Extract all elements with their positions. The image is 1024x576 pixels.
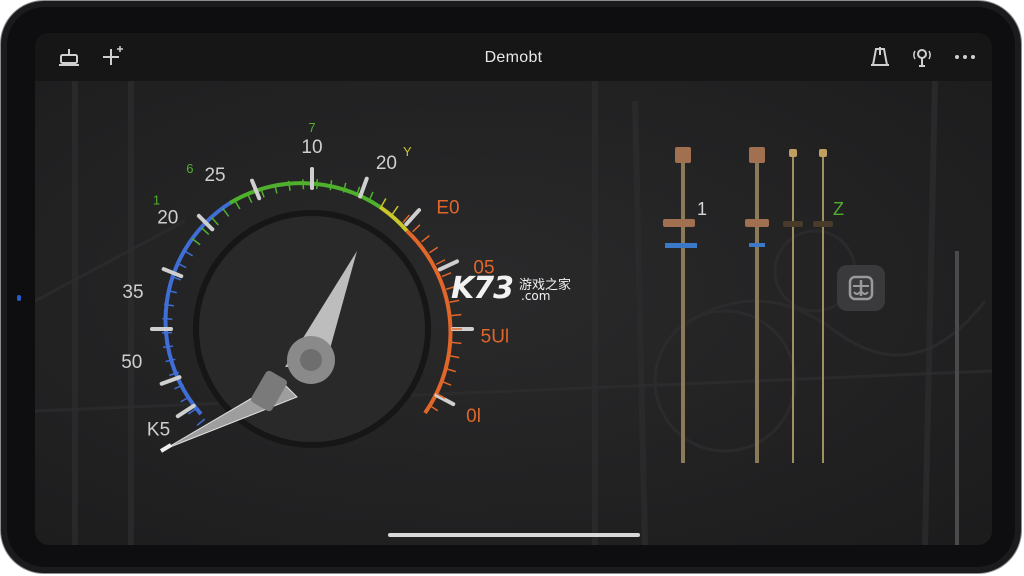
gauge-minor-tick [441, 272, 452, 278]
gauge-label: 20 [376, 153, 397, 174]
gauge-inner-mark: 1 [153, 193, 160, 208]
tuning-peg[interactable] [745, 147, 769, 463]
peg-label: 1 [697, 199, 707, 219]
gauge-minor-tick [211, 217, 219, 226]
gauge-label: 10 [301, 137, 322, 158]
page-title: Demobt [484, 49, 543, 66]
gauge-minor-tick [163, 345, 174, 349]
tuning-peg[interactable] [783, 149, 803, 463]
gauge-minor-tick [200, 227, 210, 235]
gauge-minor-tick [191, 238, 201, 246]
gauge-major-tick [175, 403, 196, 419]
chord-icon [848, 275, 874, 301]
gauge-minor-tick [441, 380, 452, 386]
gauge-label: 0l [466, 406, 481, 427]
gauge-minor-tick [302, 179, 305, 190]
gauge-minor-tick [421, 235, 430, 243]
gauge-major-tick [358, 176, 369, 199]
tuning-pegs: 1 Z [663, 147, 844, 463]
gauge-minor-tick [429, 246, 439, 254]
home-indicator[interactable] [388, 533, 640, 537]
tuning-peg[interactable] [813, 149, 833, 463]
gauge-minor-tick [380, 198, 387, 208]
watermark: K73 游戏之家 .com [451, 271, 581, 311]
watermark-brand: K73 [451, 271, 514, 306]
gauge-minor-tick [183, 249, 194, 257]
gauge-major-tick [434, 393, 456, 407]
gauge-minor-tick [162, 317, 173, 320]
gauge-minor-tick [222, 207, 230, 217]
gauge-minor-tick [446, 368, 457, 373]
tuner-gauge: K5503520251020E0055Ul0l167Y [121, 120, 510, 453]
app-screen: Demobt K5 50 35 20 25 10 20 E0 05 5Ul 0l… [35, 33, 992, 545]
gauge-arc-yellow [378, 205, 409, 233]
microphone-icon[interactable] [910, 45, 934, 69]
gauge-label: E0 [436, 198, 459, 219]
peg-label: Z [833, 199, 844, 219]
gauge-minor-tick [451, 313, 462, 317]
gauge-label: 35 [122, 282, 143, 303]
gauge-label: 5Ul [481, 326, 510, 347]
gauge-minor-tick [412, 224, 421, 233]
more-icon[interactable] [953, 45, 977, 69]
gauge-minor-tick [196, 418, 206, 426]
tablet-frame: Demobt K5 50 35 20 25 10 20 E0 05 5Ul 0l… [0, 0, 1022, 574]
gauge-minor-tick [329, 180, 333, 191]
gauge-inner-mark: 7 [308, 120, 315, 135]
watermark-domain: .com [521, 289, 551, 303]
gauge-minor-tick [165, 358, 176, 363]
tuning-peg[interactable] [663, 147, 697, 463]
gauge-label: 50 [121, 352, 142, 373]
gauge-inner-mark: 6 [186, 161, 193, 176]
gauge-minor-tick [449, 354, 460, 359]
gauge-label: 25 [204, 165, 225, 186]
gauge-minor-tick [435, 259, 446, 266]
gauge-minor-tick [391, 205, 399, 215]
gauge-minor-tick [234, 200, 241, 210]
metronome-icon[interactable] [868, 45, 892, 69]
gauge-minor-tick [451, 341, 462, 345]
gauge-inner-mark: Y [403, 144, 412, 159]
top-bar: Demobt [35, 33, 992, 81]
gauge-label: 20 [157, 207, 178, 228]
camera-dot [17, 295, 21, 301]
gauge-label: K5 [147, 420, 170, 441]
chord-button[interactable] [837, 265, 885, 311]
gauge-major-tick [437, 259, 460, 272]
